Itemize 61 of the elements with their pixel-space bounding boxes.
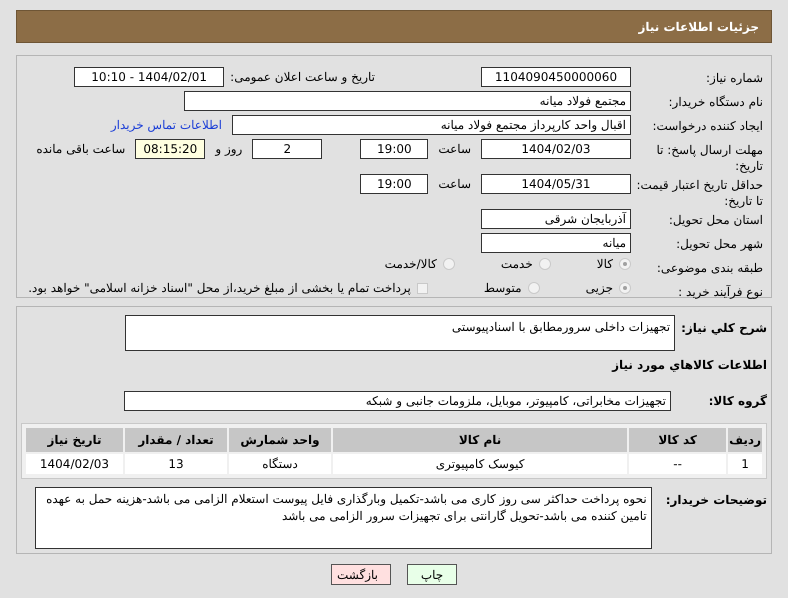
- field-label: طبقه بندی موضوعی:: [656, 260, 764, 276]
- option-label: جزیی: [586, 281, 613, 295]
- text-field[interactable]: 2: [252, 139, 322, 159]
- column-header: تعداد / مقدار: [125, 428, 227, 452]
- option-label: خدمت: [500, 257, 533, 271]
- field-label: ایجاد کننده درخواست:: [651, 118, 764, 134]
- countdown-field[interactable]: 08:15:20: [135, 139, 206, 159]
- option-label: کالا/خدمت: [384, 257, 437, 271]
- column-header: واحد شمارش: [229, 428, 331, 452]
- text-field[interactable]: اقبال واحد کارپرداز مجتمع فولاد میانه: [232, 115, 631, 135]
- field-label: شرح کلي نیاز:: [680, 320, 767, 335]
- field-label: شهر محل تحویل:: [675, 236, 764, 252]
- column-header: کد کالا: [629, 428, 726, 452]
- time-field[interactable]: 19:00: [360, 139, 428, 159]
- text-field[interactable]: آذربایجان شرقی: [481, 209, 631, 229]
- option-label: متوسط: [484, 281, 522, 295]
- radio-button[interactable]: [528, 282, 540, 294]
- text-field[interactable]: 1404/02/01 - 10:10: [74, 67, 224, 87]
- print-button[interactable]: چاپ: [407, 564, 457, 585]
- text-field[interactable]: تجهیزات مخابراتی، کامپیوتر، موبایل، ملزومات جانبی و شبکه: [124, 391, 671, 411]
- page-title: جزئیات اطلاعات نیاز: [638, 20, 759, 34]
- section-heading: اطلاعات کالاهاي مورد نياز: [610, 357, 767, 374]
- field-label: گروه کالا:: [708, 393, 767, 408]
- radio-button[interactable]: [538, 258, 551, 270]
- table-cell: 1: [728, 454, 762, 474]
- field-label: ساعت: [438, 142, 471, 156]
- column-header: ردیف: [728, 428, 762, 452]
- column-header: تاریخ نیاز: [26, 428, 123, 452]
- field-label: ساعت باقی مانده: [36, 142, 126, 156]
- radio-button[interactable]: [442, 258, 455, 270]
- checkbox[interactable]: [416, 282, 428, 294]
- radio-button[interactable]: [619, 258, 631, 270]
- field-label: توضیحات خریدار:: [664, 492, 767, 507]
- field-label: نام دستگاه خریدار:: [668, 94, 764, 110]
- table-cell: دستگاه: [229, 454, 331, 474]
- table-cell: 13: [125, 454, 227, 474]
- field-label: حداقل تاریخ اعتبار قیمت: تا تاریخ:: [635, 177, 764, 209]
- text-area[interactable]: نحوه پرداخت حداکثر سی روز کاری می باشد-تکمیل وبارگذاری فایل پیوست استعلام الزامی می باشد-هزینه حمل به عهده تامین کننده می باشد-تحویل گارانتی برای تجهیزات سرور الزامی می باشد: [34, 487, 652, 549]
- back-button[interactable]: بازگشت: [331, 564, 391, 585]
- time-field[interactable]: 19:00: [360, 174, 428, 194]
- field-label: ساعت: [438, 177, 471, 191]
- column-header: نام کالا: [333, 428, 628, 452]
- text-field[interactable]: میانه: [481, 233, 631, 253]
- date-field[interactable]: 1404/05/31: [481, 174, 631, 194]
- date-field[interactable]: 1404/02/03: [481, 139, 631, 159]
- table-cell: 1404/02/03: [26, 454, 123, 474]
- field-label: روز و: [215, 142, 242, 156]
- contact-link[interactable]: اطلاعات تماس خریدار: [110, 118, 222, 132]
- radio-button[interactable]: [619, 282, 631, 294]
- table-cell: --: [629, 454, 726, 474]
- option-label: کالا: [596, 257, 613, 271]
- option-label: پرداخت تمام یا بخشی از مبلغ خرید،از محل "اسناد خزانه اسلامی" خواهد بود.: [28, 281, 411, 295]
- text-area[interactable]: تجهیزات داخلی سرورمطابق با اسنادپیوستی: [125, 315, 676, 351]
- field-label: تاریخ و ساعت اعلان عمومی:: [230, 70, 375, 84]
- field-label: شماره نیاز:: [705, 70, 764, 86]
- text-field[interactable]: مجتمع فولاد میانه: [184, 91, 631, 111]
- field-label: مهلت ارسال پاسخ: تا تاریخ:: [655, 142, 764, 174]
- table-cell: کیوسک کامپیوتری: [333, 454, 628, 474]
- field-label: نوع فرآیند خرید :: [677, 284, 764, 300]
- text-field[interactable]: 1104090450000060: [481, 67, 631, 87]
- field-label: استان محل تحویل:: [668, 212, 764, 228]
